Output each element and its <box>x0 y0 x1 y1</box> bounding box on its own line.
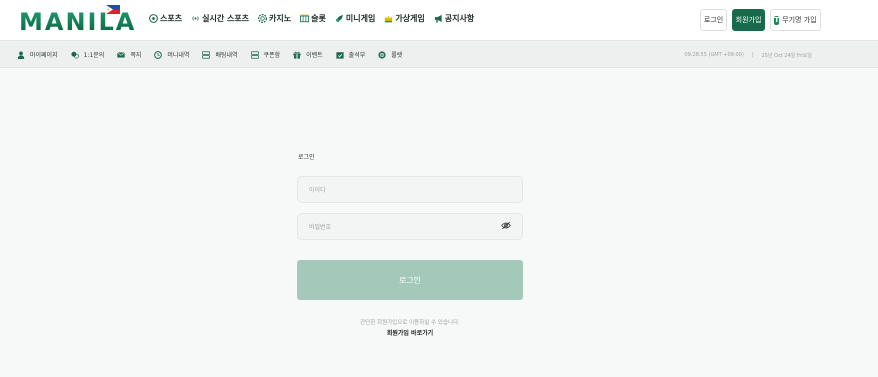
login-title: 로그인 <box>298 154 315 161</box>
eye-slash-icon[interactable] <box>501 221 511 232</box>
datetime-display: 09:28:55 (GMT +09:00) | 25년 Oct 24일 Fri요… <box>684 52 812 59</box>
mail-icon <box>117 51 126 59</box>
subnav-label: 룰렛 <box>391 52 403 59</box>
join-button[interactable]: 회원가입 <box>732 9 765 31</box>
login-submit-button[interactable]: 로그인 <box>297 260 523 300</box>
current-time: 09:28:55 (GMT +09:00) <box>684 52 744 58</box>
subnav-label: 마이페이지 <box>30 52 58 59</box>
nav-label: 슬롯 <box>311 14 326 23</box>
user-icon <box>17 51 25 59</box>
t-badge-icon: T <box>774 15 780 25</box>
subnav-item-bet-history[interactable]: 배팅내역 <box>202 50 238 59</box>
live-broadcast-icon <box>191 14 200 23</box>
subnav-item-message[interactable]: 쪽지 <box>117 50 141 59</box>
subnav-label: 출석부 <box>348 52 366 59</box>
auth-buttons: 로그인 회원가입 T 무기명 가입 <box>700 9 821 31</box>
divider: | <box>751 52 754 58</box>
subnav-item-attendance[interactable]: 출석부 <box>336 50 366 59</box>
anonymous-join-label: 무기명 가입 <box>782 16 817 24</box>
sub-nav-bar: 마이페이지 1:1문의 쪽지 머니내역 배팅내역 쿠폰함 이벤트 출석부 룰렛 … <box>0 41 878 68</box>
roulette-icon <box>378 50 386 59</box>
nav-item-slot[interactable]: 슬롯 <box>300 13 326 24</box>
subnav-label: 머니내역 <box>167 52 190 59</box>
nav-item-sports[interactable]: 스포츠 <box>149 13 182 24</box>
subnav-label: 쪽지 <box>130 52 142 59</box>
slot-machine-icon <box>300 14 310 23</box>
subnav-item-mypage[interactable]: 마이페이지 <box>17 50 58 59</box>
logo[interactable]: MANILA <box>19 5 136 36</box>
nav-label: 카지노 <box>269 14 292 23</box>
signup-link[interactable]: 회원가입 바로가기 <box>297 328 523 337</box>
subnav-label: 이벤트 <box>306 52 323 59</box>
login-button[interactable]: 로그인 <box>700 9 727 31</box>
nav-item-casino[interactable]: 카지노 <box>258 13 291 24</box>
subnav-item-coupon[interactable]: 쿠폰함 <box>250 50 281 59</box>
subnav-item-event[interactable]: 이벤트 <box>293 50 323 59</box>
main-nav: 스포츠 실시간 스포츠 카지노 슬롯 미니게임 가상게임 공지사항 <box>149 13 474 24</box>
subnav-item-inquiry[interactable]: 1:1문의 <box>71 50 105 59</box>
subnav-item-roulette[interactable]: 룰렛 <box>378 50 402 59</box>
nav-label: 공지사항 <box>444 14 475 23</box>
username-placeholder: 아이디 <box>309 187 326 194</box>
nav-item-virtual-game[interactable]: 가상게임 <box>384 13 425 24</box>
current-date: 25년 Oct 24일 Fri요일 <box>761 53 813 59</box>
megaphone-icon <box>434 14 443 23</box>
username-input[interactable]: 아이디 <box>297 176 523 203</box>
chat-icon <box>71 51 79 59</box>
coupon-icon <box>250 50 259 59</box>
subnav-label: 1:1문의 <box>83 52 105 59</box>
anonymous-join-button[interactable]: T 무기명 가입 <box>770 9 821 31</box>
nav-label: 미니게임 <box>345 14 376 23</box>
signup-hint: 간단한 회원가입으로 이용하실 수 있습니다. <box>360 320 460 326</box>
calendar-check-icon <box>336 51 344 59</box>
clock-icon <box>154 50 163 59</box>
nav-label: 스포츠 <box>160 14 183 23</box>
login-form: 로그인 아이디 비밀번호 로그인 간단한 회원가입으로 이용하실 수 있습니다.… <box>297 152 523 337</box>
nav-item-notice[interactable]: 공지사항 <box>434 13 474 24</box>
subnav-item-money-history[interactable]: 머니내역 <box>154 50 189 59</box>
sub-nav: 마이페이지 1:1문의 쪽지 머니내역 배팅내역 쿠폰함 이벤트 출석부 룰렛 <box>17 50 402 59</box>
subnav-label: 배팅내역 <box>215 52 238 59</box>
nav-label: 실시간 스포츠 <box>202 14 250 23</box>
password-placeholder: 비밀번호 <box>309 224 332 231</box>
soccer-ball-icon <box>149 14 158 23</box>
gift-icon <box>293 51 301 59</box>
rocket-icon <box>335 14 344 23</box>
casino-chip-icon <box>258 14 268 23</box>
nav-item-minigame[interactable]: 미니게임 <box>335 13 375 24</box>
top-bar: MANILA 스포츠 실시간 스포츠 카지노 슬롯 미니게임 가상게임 공지사항… <box>0 0 878 41</box>
nav-item-live-sports[interactable]: 실시간 스포츠 <box>191 13 249 24</box>
philippines-flag-icon <box>106 5 120 14</box>
nav-label: 가상게임 <box>395 14 425 23</box>
crown-icon <box>384 14 393 23</box>
password-input[interactable]: 비밀번호 <box>297 213 523 240</box>
list-icon <box>202 50 211 59</box>
subnav-label: 쿠폰함 <box>263 52 281 59</box>
